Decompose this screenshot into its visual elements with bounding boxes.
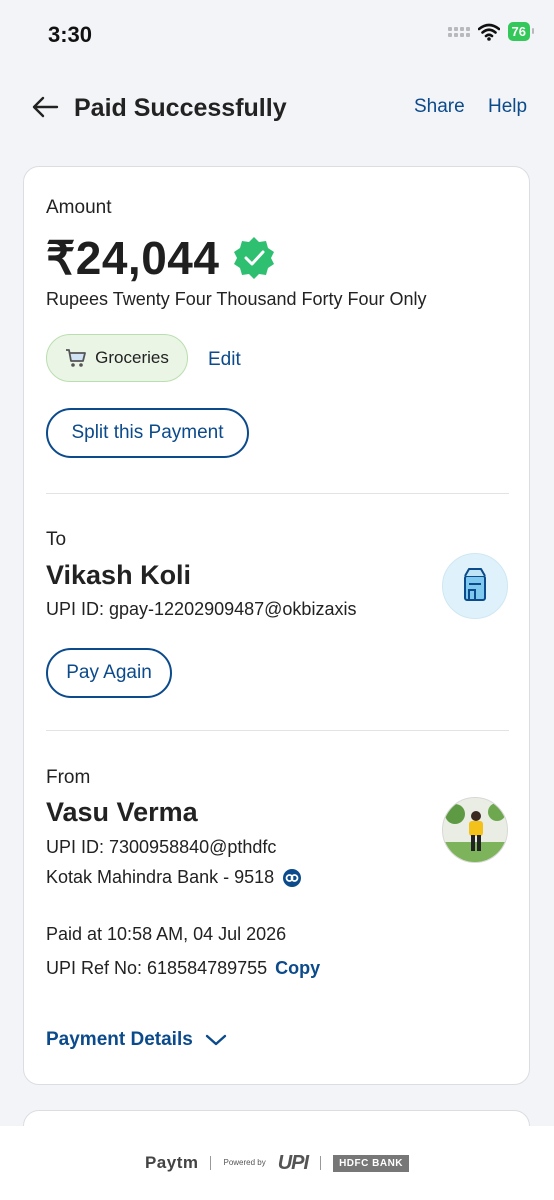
upi-ref: UPI Ref No: 618584789755 Copy (46, 958, 320, 979)
payee-name: Vikash Koli (46, 560, 192, 590)
status-icons: 76 (447, 22, 535, 41)
footer-separator (320, 1156, 322, 1170)
payer-upi-id: UPI ID: 7300958840@pthdfc (46, 837, 277, 857)
split-payment-button[interactable]: Split this Payment (46, 408, 249, 458)
share-link[interactable]: Share (414, 96, 465, 118)
to-label: To (46, 529, 67, 550)
payee-upi-id: UPI ID: gpay-12202909487@okbizaxis (46, 599, 357, 619)
payee-avatar (442, 553, 508, 619)
amount-row: ₹24,044 (46, 231, 277, 285)
payer-bank: Kotak Mahindra Bank - 9518 (46, 867, 302, 888)
pay-again-button[interactable]: Pay Again (46, 648, 172, 698)
store-icon (464, 568, 486, 601)
from-label: From (46, 767, 91, 788)
help-link[interactable]: Help (488, 96, 527, 118)
verified-badge-icon (234, 237, 275, 279)
amount-label: Amount (46, 197, 112, 218)
upi-logo: UPI (277, 1151, 309, 1174)
page-title: Paid Successfully (74, 94, 287, 122)
payment-card: Amount ₹24,044 Rupees Twenty Four Thousa… (23, 166, 530, 1085)
paytm-logo: Paytm (144, 1153, 199, 1172)
hdfc-bank-logo: HDFC BANK (333, 1154, 410, 1172)
chevron-down-icon (205, 1034, 226, 1046)
payment-details-label: Payment Details (46, 1029, 193, 1050)
payment-details-toggle[interactable]: Payment Details (46, 1029, 227, 1051)
powered-by-text: Powered by (223, 1158, 266, 1167)
bank-link-icon (283, 868, 302, 887)
payer-avatar (442, 797, 508, 863)
divider (46, 730, 509, 731)
category-label: Groceries (95, 348, 169, 367)
back-arrow-icon[interactable] (30, 92, 60, 122)
battery-indicator: 76 (507, 22, 535, 41)
status-time: 3:30 (48, 22, 93, 47)
wifi-icon (477, 23, 500, 41)
copy-ref-button[interactable]: Copy (275, 958, 320, 979)
footer: Paytm Powered by UPI HDFC BANK (0, 1126, 554, 1200)
cart-icon (66, 349, 87, 367)
amount-value: ₹24,044 (46, 232, 220, 284)
edit-category-link[interactable]: Edit (208, 349, 241, 371)
divider (46, 493, 509, 494)
paid-at: Paid at 10:58 AM, 04 Jul 2026 (46, 924, 287, 944)
upi-ref-number: UPI Ref No: 618584789755 (46, 958, 268, 978)
profile-photo-icon (443, 798, 507, 862)
signal-icon (447, 26, 470, 37)
footer-separator (210, 1156, 212, 1170)
payer-name: Vasu Verma (46, 797, 198, 827)
amount-in-words: Rupees Twenty Four Thousand Forty Four O… (46, 289, 427, 309)
payer-bank-label: Kotak Mahindra Bank - 9518 (46, 867, 275, 887)
category-chip[interactable]: Groceries (46, 334, 188, 382)
